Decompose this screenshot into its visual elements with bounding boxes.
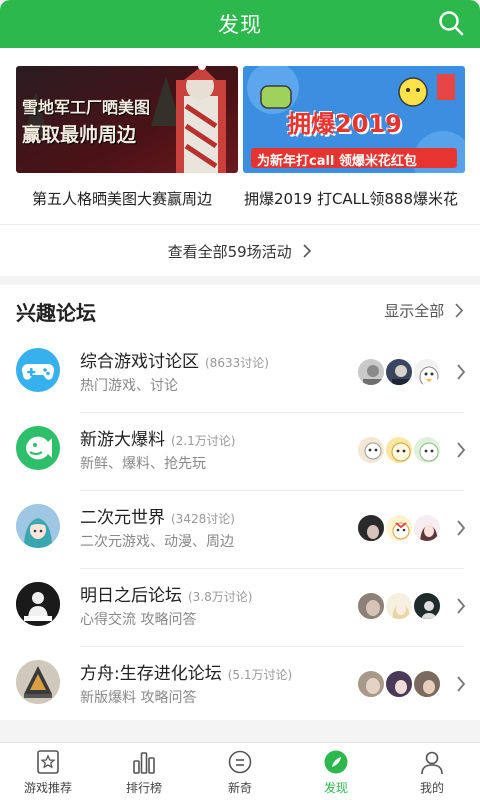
compass-icon bbox=[324, 750, 348, 774]
forum-name: 二次元世界 bbox=[80, 508, 165, 528]
forum-description: 热门游戏、讨论 bbox=[80, 378, 178, 394]
chevron-right-icon bbox=[457, 442, 466, 458]
forum-title-line: 新游大爆料 (2.1万讨论) bbox=[80, 425, 235, 450]
anime-girl-icon bbox=[16, 504, 60, 548]
tab-discover[interactable]: 发现 bbox=[288, 743, 384, 800]
tab-label: 新奇 bbox=[227, 781, 252, 795]
forum-discussion-count: (3.8万讨论) bbox=[188, 590, 253, 604]
chevron-right-icon bbox=[457, 364, 466, 380]
forum-title-line: 二次元世界 (3428讨论) bbox=[80, 503, 235, 528]
forum-description: 二次元游戏、动漫、周边 bbox=[80, 534, 234, 550]
section-title: 兴趣论坛 bbox=[16, 301, 96, 325]
avatar bbox=[384, 513, 414, 543]
avatar bbox=[412, 669, 442, 699]
forum-row[interactable]: 综合游戏讨论区 (8633讨论) 热门游戏、讨论 bbox=[0, 335, 480, 413]
member-avatars bbox=[356, 669, 442, 699]
tab-profile[interactable]: 我的 bbox=[384, 743, 480, 800]
avatar bbox=[412, 513, 442, 543]
avatar bbox=[412, 357, 442, 387]
tab-label: 我的 bbox=[419, 781, 444, 795]
show-all-forums-link[interactable]: 显示全部 bbox=[384, 300, 464, 321]
app-root: 发现 雪地军工厂晒美图 赢取最帅周边 拥爆2019 为新年打call 领爆米花红… bbox=[0, 0, 480, 800]
search-icon[interactable] bbox=[438, 10, 464, 36]
forum-name: 明日之后论坛 bbox=[80, 586, 182, 606]
banner-2-headline: 拥爆2019 bbox=[287, 110, 402, 138]
event-banners: 雪地军工厂晒美图 赢取最帅周边 拥爆2019 为新年打call 领爆米花红包 第… bbox=[0, 48, 480, 224]
avatar bbox=[412, 435, 442, 465]
tab-rankings[interactable]: 排行榜 bbox=[96, 743, 192, 800]
gamepad-icon bbox=[16, 348, 60, 392]
forum-discussion-count: (2.1万讨论) bbox=[171, 434, 236, 448]
tab-novelty[interactable]: 新奇 bbox=[192, 743, 288, 800]
chevron-right-icon bbox=[457, 598, 466, 614]
event-banner-caption-1[interactable]: 第五人格晒美图大赛赢周边 bbox=[32, 188, 212, 209]
forum-discussion-count: (5.1万讨论) bbox=[227, 668, 293, 682]
avatar bbox=[384, 669, 414, 699]
tab-game-recommend[interactable]: 游戏推荐 bbox=[0, 743, 96, 800]
forum-title-line: 明日之后论坛 (3.8万讨论) bbox=[80, 581, 252, 606]
tab-label: 发现 bbox=[323, 781, 348, 795]
member-avatars bbox=[356, 435, 442, 465]
forum-row[interactable]: 明日之后论坛 (3.8万讨论) 心得交流 攻略问答 bbox=[0, 569, 480, 647]
avatar bbox=[356, 435, 386, 465]
forum-description: 新版爆料 攻略问答 bbox=[80, 690, 197, 706]
banner-1-line-1: 雪地军工厂晒美图 bbox=[22, 98, 151, 117]
forum-name: 新游大爆料 bbox=[80, 430, 165, 450]
avatar bbox=[356, 591, 386, 621]
event-banner-image-2[interactable]: 拥爆2019 为新年打call 领爆米花红包 bbox=[243, 66, 465, 173]
avatar bbox=[412, 591, 442, 621]
show-all-label: 显示全部 bbox=[384, 302, 445, 320]
forum-row[interactable]: 新游大爆料 (2.1万讨论) 新鲜、爆料、抢先玩 bbox=[0, 413, 480, 491]
chevron-right-icon bbox=[457, 520, 466, 536]
forum-name: 综合游戏讨论区 bbox=[80, 352, 199, 372]
forum-row[interactable]: 二次元世界 (3428讨论) 二次元游戏、动漫、周边 bbox=[0, 491, 480, 569]
member-avatars bbox=[356, 591, 442, 621]
avatar bbox=[356, 513, 386, 543]
forum-title-line: 方舟:生存进化论坛 (5.1万讨论) bbox=[80, 659, 292, 684]
star-card-icon bbox=[37, 750, 59, 774]
survivor-icon bbox=[16, 582, 60, 626]
forum-row[interactable]: 方舟:生存进化论坛 (5.1万讨论) 新版爆料 攻略问答 bbox=[0, 647, 480, 725]
chevron-right-icon bbox=[457, 676, 466, 692]
banner-1-line-2: 赢取最帅周边 bbox=[22, 124, 137, 146]
view-all-events-row: 查看全部59场活动 bbox=[0, 241, 480, 262]
ark-icon bbox=[16, 660, 60, 704]
bar-chart-icon bbox=[133, 752, 155, 774]
member-avatars bbox=[356, 513, 442, 543]
interest-forums-section: 兴趣论坛 显示全部 综合游戏讨论区 (8633讨论) 热门游戏、讨论 新游大爆料… bbox=[0, 285, 480, 720]
chevron-right-icon bbox=[455, 303, 464, 318]
fish-chat-icon bbox=[16, 426, 60, 470]
smile-icon bbox=[228, 750, 252, 774]
forum-description: 新鲜、爆料、抢先玩 bbox=[80, 456, 206, 472]
forum-discussion-count: (8633讨论) bbox=[205, 356, 269, 370]
avatar bbox=[384, 357, 414, 387]
chevron-right-icon bbox=[303, 244, 312, 258]
banner-1-headline: 雪地军工厂晒美图 赢取最帅周边 bbox=[22, 94, 150, 147]
view-all-events-label: 查看全部59场活动 bbox=[167, 243, 292, 261]
banner-2-subline: 为新年打call 领爆米花红包 bbox=[257, 154, 417, 169]
forum-discussion-count: (3428讨论) bbox=[171, 512, 235, 526]
view-all-events-link[interactable]: 查看全部59场活动 bbox=[0, 224, 480, 276]
avatar bbox=[356, 669, 386, 699]
tab-label: 排行榜 bbox=[125, 781, 162, 795]
avatar bbox=[384, 435, 414, 465]
forum-name: 方舟:生存进化论坛 bbox=[80, 664, 222, 684]
event-banner-image-1[interactable]: 雪地军工厂晒美图 赢取最帅周边 bbox=[16, 66, 238, 173]
forum-title-line: 综合游戏讨论区 (8633讨论) bbox=[80, 347, 269, 372]
tab-label: 游戏推荐 bbox=[23, 781, 72, 795]
avatar bbox=[356, 357, 386, 387]
bottom-tab-bar: 游戏推荐 排行榜 新奇 发现 我的 bbox=[0, 742, 480, 800]
top-bar: 发现 bbox=[0, 0, 480, 48]
forum-description: 心得交流 攻略问答 bbox=[80, 612, 197, 628]
page-title: 发现 bbox=[218, 13, 262, 37]
avatar bbox=[384, 591, 414, 621]
member-avatars bbox=[356, 357, 442, 387]
person-icon bbox=[421, 751, 443, 775]
event-banner-caption-2[interactable]: 拥爆2019 打CALL领888爆米花 bbox=[244, 188, 458, 209]
